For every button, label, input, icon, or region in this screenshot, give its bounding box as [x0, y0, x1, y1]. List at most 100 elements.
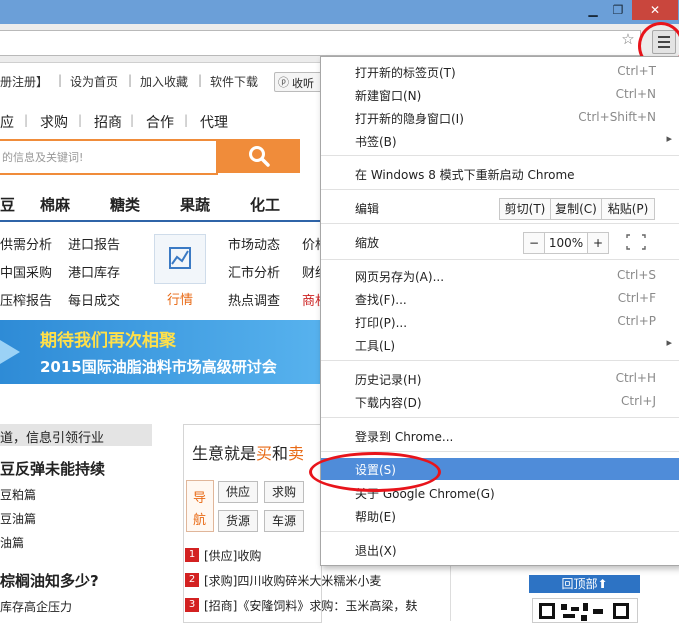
close-icon[interactable]: ✕ — [632, 0, 678, 20]
menu-incognito[interactable]: 打开新的隐身窗口(I) Ctrl+Shift+N — [321, 107, 679, 129]
vehicle-tag-button[interactable]: 车源 — [264, 510, 304, 532]
paste-button[interactable]: 粘贴(P) — [601, 198, 655, 220]
category-buy[interactable]: 求购 — [40, 112, 68, 132]
arrow-decoration-icon — [0, 340, 20, 364]
listen-label: 收听 — [292, 77, 314, 90]
quotes-label[interactable]: 行情 — [167, 289, 193, 308]
subnav-link[interactable]: 热点调查 — [228, 290, 280, 309]
rank-badge: 3 — [185, 598, 199, 612]
info-strip: 道，信息引领行业 — [0, 424, 152, 446]
annotation-circle-settings — [309, 452, 441, 492]
back-to-top-button[interactable]: 回顶部⬆ — [529, 575, 640, 593]
bookmark-star-icon[interactable]: ☆ — [620, 31, 636, 47]
menu-bookmarks[interactable]: 书签(B) ▸ — [321, 130, 679, 152]
menu-new-window[interactable]: 新建窗口(N) Ctrl+N — [321, 84, 679, 106]
menu-print[interactable]: 打印(P)... Ctrl+P — [321, 311, 679, 333]
news-headline[interactable]: 豆反弹未能持续 — [0, 458, 105, 479]
zoom-in-button[interactable]: + — [587, 232, 609, 254]
site-search-button[interactable] — [218, 139, 300, 173]
cat-sep: | — [24, 113, 29, 127]
menu-separator — [321, 531, 679, 532]
nav-sep: | — [128, 73, 133, 87]
subnav-link[interactable]: 中国采购 — [0, 262, 52, 281]
menu-help[interactable]: 帮助(E) — [321, 505, 679, 527]
rank-badge: 1 — [185, 548, 199, 562]
menu-separator — [321, 223, 679, 224]
zoom-out-button[interactable]: − — [523, 232, 545, 254]
news-item[interactable]: 豆粕篇 — [0, 486, 36, 503]
goods-tab-sugar[interactable]: 糖类 — [110, 194, 140, 215]
subnav-link[interactable]: 港口库存 — [68, 262, 120, 281]
copy-button[interactable]: 复制(C) — [550, 198, 602, 220]
rank-badge: 2 — [185, 573, 199, 587]
goods-divider — [0, 220, 320, 222]
subnav-link[interactable]: 市场动态 — [228, 234, 280, 253]
cat-sep: | — [130, 113, 135, 127]
goods-tab-soy[interactable]: 豆 — [0, 194, 15, 215]
add-favorite-link[interactable]: 加入收藏 — [140, 73, 188, 90]
software-download-link[interactable]: 软件下载 — [210, 73, 258, 90]
address-bar[interactable] — [0, 30, 641, 56]
nav-sep: | — [198, 73, 203, 87]
info-strip-text: 道，信息引领行业 — [0, 431, 105, 446]
category-supply[interactable]: 应 — [0, 112, 14, 132]
site-search-input[interactable]: 的信息及关键词! — [0, 139, 218, 175]
search-placeholder: 的信息及关键词! — [2, 151, 84, 164]
restore-icon[interactable]: ❐ — [606, 0, 630, 20]
subnav-link[interactable]: 供需分析 — [0, 234, 52, 253]
subnav-link[interactable]: 压榨报告 — [0, 290, 52, 309]
submenu-arrow-icon: ▸ — [666, 336, 672, 349]
supply-item[interactable]: [求购]四川收购碎米大米糯米小麦 — [204, 572, 381, 589]
menu-separator — [321, 189, 679, 190]
qr-code-icon — [532, 598, 638, 623]
news-headline[interactable]: 棕榈油知多少? — [0, 570, 99, 591]
business-title: 生意就是买和卖 — [192, 444, 305, 463]
minimize-icon[interactable]: ▁ — [582, 0, 604, 20]
cat-sep: | — [78, 113, 83, 127]
news-item[interactable]: 豆油篇 — [0, 510, 36, 527]
supply-item[interactable]: [供应]收购 — [204, 547, 261, 564]
supply-tag-button[interactable]: 供应 — [218, 481, 258, 503]
fullscreen-glyph — [626, 234, 646, 250]
source-tag-button[interactable]: 货源 — [218, 510, 258, 532]
news-item[interactable]: 油篇 — [0, 534, 24, 551]
menu-new-tab[interactable]: 打开新的标签页(T) Ctrl+T — [321, 61, 679, 83]
weibo-icon: ⓟ — [278, 76, 289, 89]
category-invest[interactable]: 招商 — [94, 112, 122, 132]
column-divider — [450, 564, 451, 621]
goods-tab-chem[interactable]: 化工 — [250, 194, 280, 215]
zoom-level: 100% — [544, 232, 588, 254]
category-cooperate[interactable]: 合作 — [146, 112, 174, 132]
menu-sign-in[interactable]: 登录到 Chrome... — [321, 425, 679, 447]
news-item[interactable]: 库存高企压力 — [0, 598, 72, 615]
subnav-link[interactable]: 汇市分析 — [228, 262, 280, 281]
subnav-link[interactable]: 每日成交 — [68, 290, 120, 309]
cut-button[interactable]: 剪切(T) — [499, 198, 551, 220]
goods-tab-cotton[interactable]: 棉麻 — [40, 194, 70, 215]
nav-sep: | — [58, 73, 63, 87]
category-agent[interactable]: 代理 — [200, 112, 228, 132]
listen-button[interactable]: ⓟ 收听 — [274, 72, 322, 92]
menu-history[interactable]: 历史记录(H) Ctrl+H — [321, 368, 679, 390]
supply-item[interactable]: [招商]《安隆饲料》求购：玉米高梁，麸 — [204, 597, 417, 614]
title-bar: ▁ ❐ ✕ — [0, 0, 679, 24]
chart-icon — [169, 247, 191, 269]
goods-tab-fruit[interactable]: 果蔬 — [180, 194, 210, 215]
menu-downloads[interactable]: 下载内容(D) Ctrl+J — [321, 391, 679, 413]
menu-exit[interactable]: 退出(X) — [321, 539, 679, 561]
menu-tools[interactable]: 工具(L) ▸ — [321, 334, 679, 356]
set-homepage-link[interactable]: 设为首页 — [70, 73, 118, 90]
fullscreen-icon[interactable] — [621, 231, 651, 253]
menu-find[interactable]: 查找(F)... Ctrl+F — [321, 288, 679, 310]
nav-tag-char: 导 — [193, 491, 207, 506]
subnav-link[interactable]: 进口报告 — [68, 234, 120, 253]
menu-separator — [321, 417, 679, 418]
buy-tag-button[interactable]: 求购 — [264, 481, 304, 503]
promo-banner[interactable]: 期待我们再次相聚 2015国际油脂油料市场高级研讨会 — [0, 320, 320, 384]
register-link[interactable]: 册注册】 — [0, 73, 48, 90]
menu-relaunch-win8[interactable]: 在 Windows 8 模式下重新启动 Chrome — [321, 163, 679, 185]
quotes-chart-icon[interactable] — [154, 234, 206, 284]
menu-save-page[interactable]: 网页另存为(A)... Ctrl+S — [321, 265, 679, 287]
search-icon — [249, 146, 270, 167]
banner-title: 期待我们再次相聚 — [40, 331, 176, 351]
